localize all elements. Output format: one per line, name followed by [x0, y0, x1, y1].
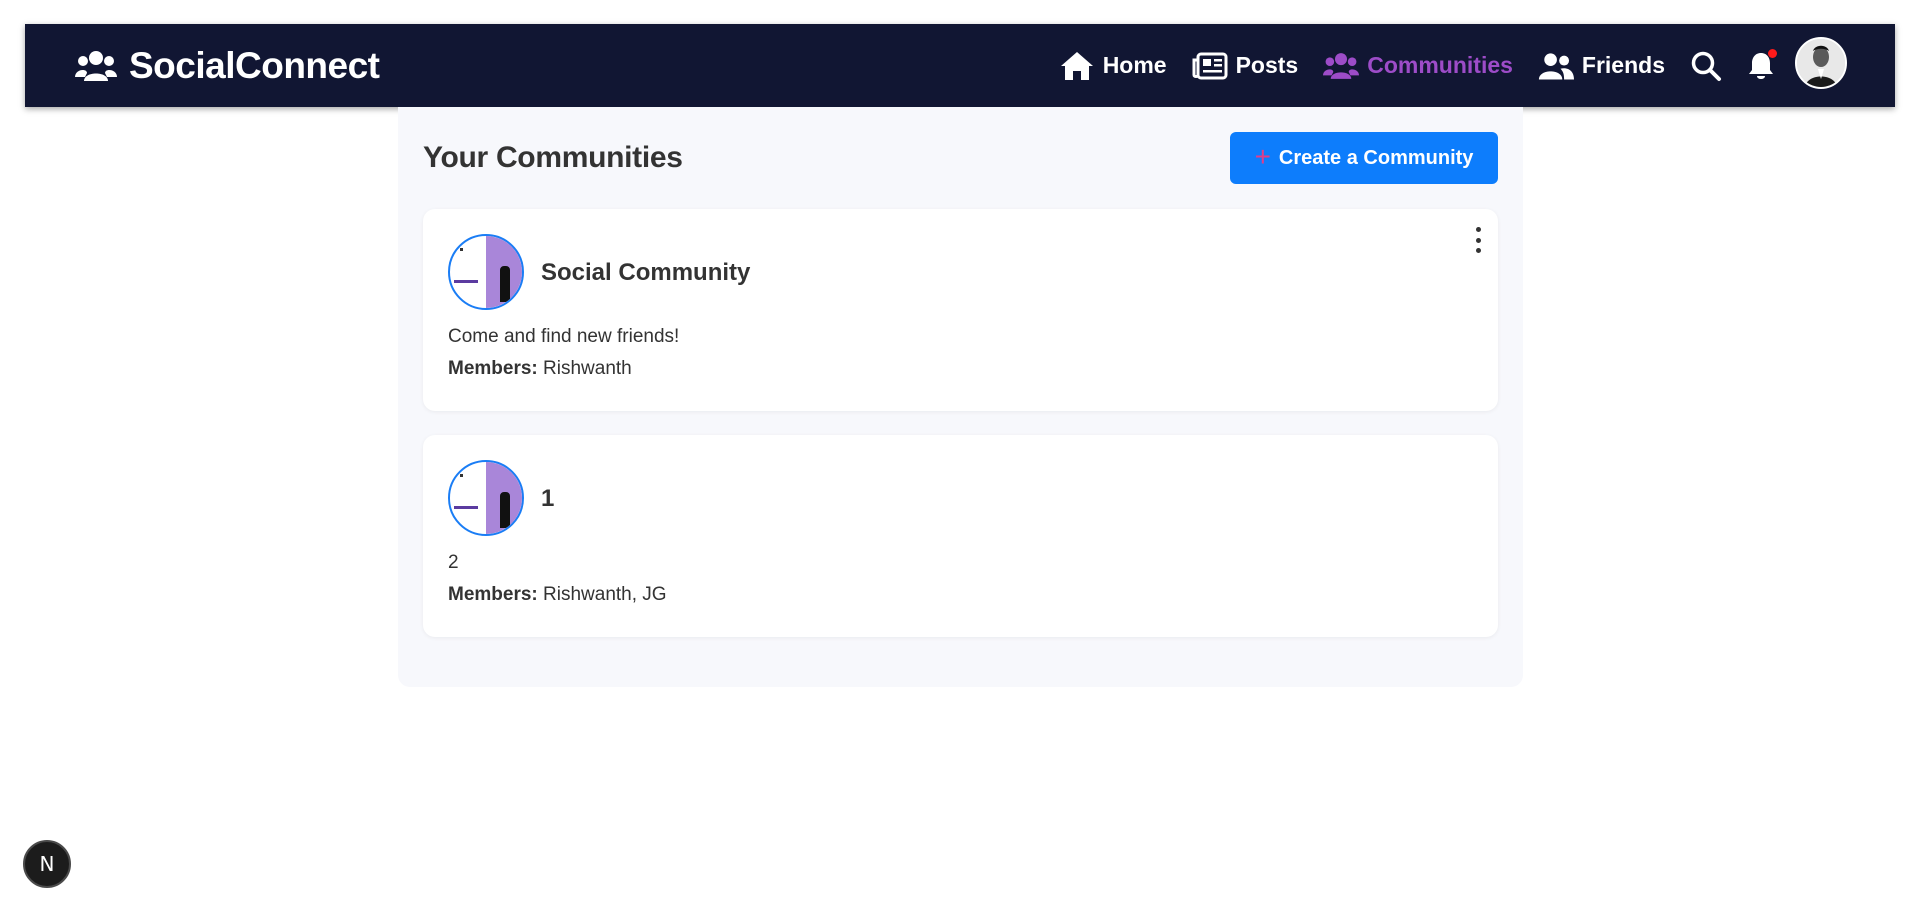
- brand-name: SocialConnect: [129, 44, 380, 86]
- notifications-button[interactable]: [1747, 48, 1777, 82]
- newspaper-icon: [1192, 52, 1228, 79]
- community-members: Members: Rishwanth, JG: [448, 584, 667, 606]
- members-label: Members:: [448, 584, 538, 605]
- nav-label-posts: Posts: [1235, 52, 1299, 78]
- members-list: Rishwanth: [543, 358, 632, 379]
- nav-label-communities: Communities: [1367, 52, 1513, 78]
- user-avatar[interactable]: [1795, 37, 1847, 89]
- nav-item-posts[interactable]: Posts: [1192, 50, 1299, 82]
- nav-item-communities[interactable]: Communities: [1323, 50, 1513, 82]
- members-list: Rishwanth, JG: [543, 584, 667, 605]
- nav-label-friends: Friends: [1581, 52, 1665, 78]
- users-icon: [75, 50, 117, 81]
- notification-dot: [1768, 48, 1777, 58]
- badge-label: N: [39, 852, 55, 876]
- users-icon: [1323, 52, 1360, 79]
- community-name: 1: [541, 485, 555, 512]
- nav-label-home: Home: [1102, 52, 1167, 78]
- nav-item-home[interactable]: Home: [1059, 50, 1167, 82]
- community-card[interactable]: 1 2 Members: Rishwanth, JG: [423, 435, 1498, 637]
- nav-links: Home Posts Communities Friends: [1034, 24, 1777, 107]
- communities-panel: Your Communities + Create a Community So…: [398, 107, 1523, 687]
- more-options-icon[interactable]: [1470, 227, 1486, 253]
- top-navbar: SocialConnect Home Posts Communities Fri…: [25, 24, 1895, 107]
- search-icon: [1691, 51, 1721, 81]
- community-card[interactable]: Social Community Come and find new frien…: [423, 209, 1498, 411]
- home-icon: [1060, 51, 1093, 80]
- create-community-label: Create a Community: [1278, 146, 1474, 169]
- page-title: Your Communities: [423, 141, 683, 174]
- community-name: Social Community: [541, 259, 751, 286]
- community-avatar: [448, 234, 524, 310]
- user-friends-icon: [1538, 52, 1574, 79]
- create-community-button[interactable]: + Create a Community: [1230, 132, 1498, 184]
- plus-icon: +: [1254, 141, 1271, 172]
- search-button[interactable]: [1690, 50, 1722, 82]
- community-avatar: [448, 460, 524, 536]
- community-description: 2: [448, 552, 459, 573]
- avatar-image: [1797, 39, 1845, 87]
- dev-tools-badge[interactable]: N: [23, 840, 71, 888]
- nav-item-friends[interactable]: Friends: [1538, 50, 1665, 82]
- community-members: Members: Rishwanth: [448, 358, 632, 380]
- members-label: Members:: [448, 358, 538, 379]
- brand-logo[interactable]: SocialConnect: [75, 24, 380, 107]
- community-description: Come and find new friends!: [448, 326, 680, 347]
